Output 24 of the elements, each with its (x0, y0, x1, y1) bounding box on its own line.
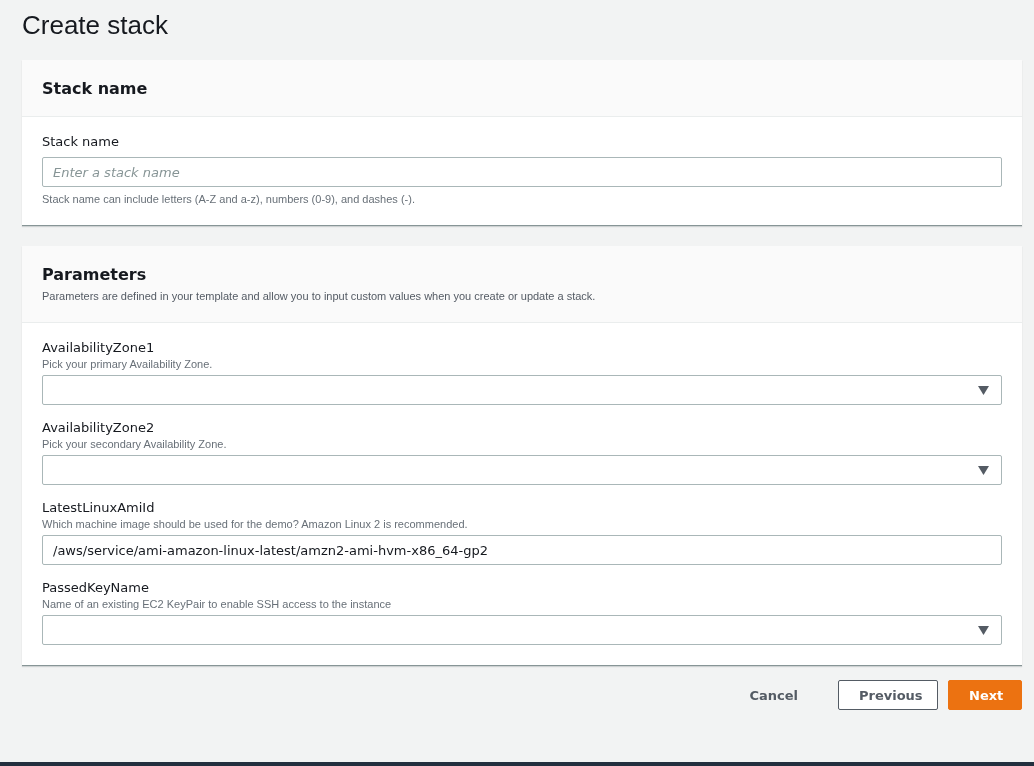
dropdown-field[interactable] (42, 375, 1002, 405)
page-title: Create stack (22, 9, 169, 42)
field-description: Pick your secondary Availability Zone. (42, 437, 228, 451)
dropdown-field[interactable] (42, 615, 1002, 645)
section-description: Parameters are defined in your template and allow you to input custom values when you create or update a stack. (42, 290, 597, 302)
field-label: AvailabilityZone1 (42, 339, 156, 357)
field-label: Stack name (42, 133, 120, 151)
field-hint: Stack name can include letters (A-Z and a-z), numbers (0-9), and dashes (-). (42, 193, 416, 205)
input-field[interactable]: /aws/service/ami-amazon-linux-latest/amzn2-ami-hvm-x86_64-gp2 (42, 535, 1002, 565)
field-description: Which machine image should be used for the demo? Amazon Linux 2 is recommended. (42, 517, 469, 531)
field-label: LatestLinuxAmiId (42, 499, 156, 517)
field-label: AvailabilityZone2 (42, 419, 156, 437)
caret-icon (978, 385, 989, 395)
field-description: Name of an existing EC2 KeyPair to enable SSH access to the instance (42, 597, 393, 611)
caret-icon (978, 465, 989, 475)
field-description: Pick your primary Availability Zone. (42, 357, 214, 371)
section-heading: Stack name (42, 78, 149, 100)
field-label: PassedKeyName (42, 579, 150, 597)
caret-icon (978, 625, 989, 635)
cancel-link[interactable]: Cancel (729, 680, 818, 710)
section-heading: Parameters (42, 264, 148, 286)
dropdown-field[interactable] (42, 455, 1002, 485)
stack-name-field[interactable]: Enter a stack name (42, 157, 1002, 187)
button[interactable]: Previous (838, 680, 938, 710)
